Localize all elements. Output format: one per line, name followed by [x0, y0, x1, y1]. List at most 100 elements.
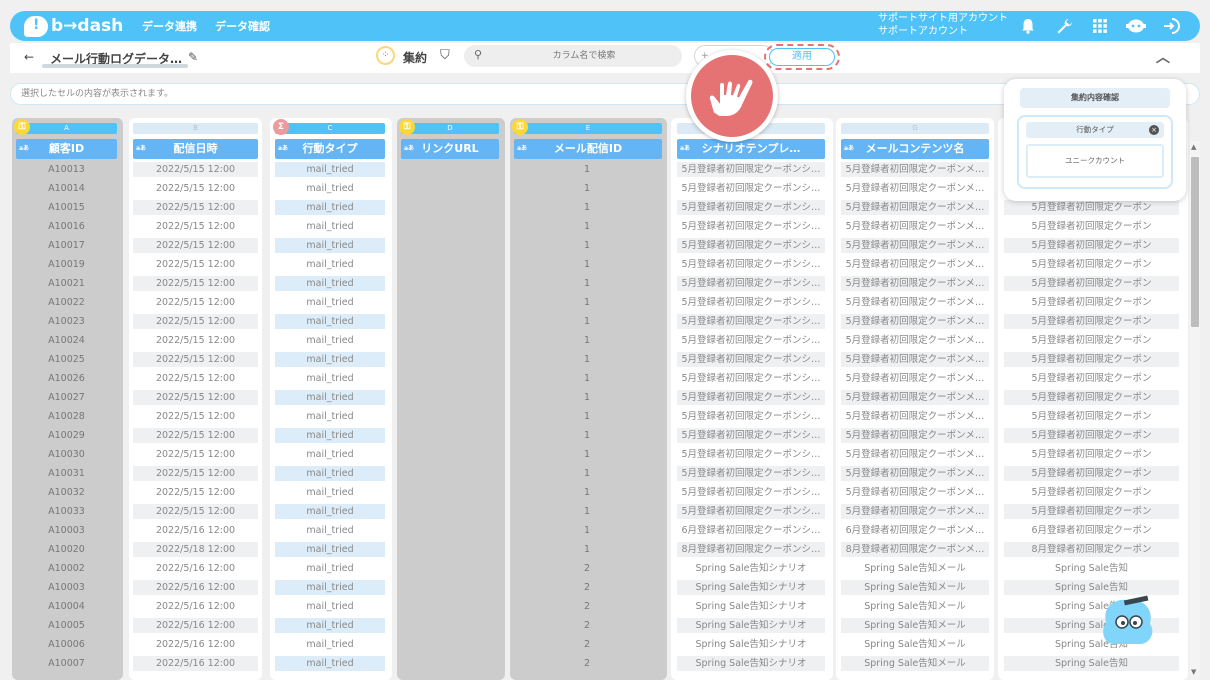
table-cell[interactable]: 5月登録者初回限定クーポンメ… — [841, 485, 989, 500]
table-cell[interactable]: 2022/5/16 12:00 — [133, 656, 258, 671]
column-letter[interactable]: G — [841, 123, 989, 134]
column-letter[interactable]: A — [16, 123, 117, 134]
table-cell[interactable]: 8月登録者初回限定クーポン — [1004, 542, 1179, 557]
table-cell[interactable]: 5月登録者初回限定クーポンシ… — [677, 371, 825, 386]
table-cell[interactable]: 5月登録者初回限定クーポンメ… — [841, 200, 989, 215]
table-cell[interactable]: 5月登録者初回限定クーポンメ… — [841, 314, 989, 329]
table-cell[interactable]: mail_tried — [275, 390, 385, 405]
table-cell[interactable]: mail_tried — [275, 352, 385, 367]
table-cell[interactable]: 5月登録者初回限定クーポン — [1004, 333, 1179, 348]
table-cell[interactable]: Spring Sale告知 — [1004, 561, 1179, 576]
table-cell[interactable] — [401, 523, 499, 538]
table-cell[interactable]: A10014 — [16, 181, 117, 196]
table-cell[interactable]: A10007 — [16, 656, 117, 671]
table-cell[interactable]: mail_tried — [275, 200, 385, 215]
table-cell[interactable] — [401, 295, 499, 310]
table-cell[interactable]: 2022/5/16 12:00 — [133, 523, 258, 538]
table-cell[interactable]: 5月登録者初回限定クーポン — [1004, 447, 1179, 462]
scroll-down-icon[interactable]: ▼ — [1191, 668, 1196, 676]
table-cell[interactable]: mail_tried — [275, 599, 385, 614]
table-cell[interactable]: 5月登録者初回限定クーポンシ… — [677, 447, 825, 462]
table-cell[interactable]: mail_tried — [275, 523, 385, 538]
table-cell[interactable]: 1 — [514, 447, 662, 462]
column-letter[interactable]: B — [133, 123, 258, 134]
table-cell[interactable]: mail_tried — [275, 618, 385, 633]
table-cell[interactable]: mail_tried — [275, 181, 385, 196]
table-cell[interactable]: A10027 — [16, 390, 117, 405]
table-cell[interactable]: Spring Sale告知 — [1004, 656, 1179, 671]
table-cell[interactable]: 5月登録者初回限定クーポン — [1004, 504, 1179, 519]
table-cell[interactable]: 2022/5/15 12:00 — [133, 466, 258, 481]
table-cell[interactable]: 8月登録者初回限定クーポンシ… — [677, 542, 825, 557]
table-cell[interactable]: 5月登録者初回限定クーポン — [1004, 238, 1179, 253]
table-cell[interactable]: mail_tried — [275, 656, 385, 671]
table-cell[interactable]: mail_tried — [275, 485, 385, 500]
table-cell[interactable]: 2022/5/15 12:00 — [133, 428, 258, 443]
table-cell[interactable]: mail_tried — [275, 504, 385, 519]
table-cell[interactable]: mail_tried — [275, 162, 385, 177]
column-header[interactable]: aあ リンクURL — [401, 139, 499, 159]
table-cell[interactable]: 1 — [514, 162, 662, 177]
table-cell[interactable] — [401, 200, 499, 215]
table-cell[interactable]: Spring Sale告知メール — [841, 599, 989, 614]
table-cell[interactable] — [401, 219, 499, 234]
table-cell[interactable] — [401, 314, 499, 329]
table-cell[interactable] — [401, 447, 499, 462]
table-cell[interactable] — [401, 428, 499, 443]
table-cell[interactable]: 5月登録者初回限定クーポン — [1004, 390, 1179, 405]
table-cell[interactable]: A10005 — [16, 618, 117, 633]
table-cell[interactable]: 5月登録者初回限定クーポンメ… — [841, 181, 989, 196]
table-cell[interactable]: 2022/5/18 12:00 — [133, 542, 258, 557]
table-cell[interactable]: 2022/5/15 12:00 — [133, 200, 258, 215]
table-cell[interactable]: mail_tried — [275, 580, 385, 595]
table-cell[interactable]: mail_tried — [275, 333, 385, 348]
table-cell[interactable]: mail_tried — [275, 428, 385, 443]
table-cell[interactable]: 1 — [514, 181, 662, 196]
table-cell[interactable] — [401, 276, 499, 291]
table-cell[interactable]: 2 — [514, 599, 662, 614]
table-cell[interactable]: 5月登録者初回限定クーポンシ… — [677, 295, 825, 310]
table-cell[interactable]: 5月登録者初回限定クーポンメ… — [841, 238, 989, 253]
table-cell[interactable] — [401, 485, 499, 500]
table-cell[interactable]: 1 — [514, 257, 662, 272]
table-cell[interactable]: 1 — [514, 523, 662, 538]
table-cell[interactable]: 5月登録者初回限定クーポンメ… — [841, 390, 989, 405]
table-cell[interactable]: 2022/5/15 12:00 — [133, 257, 258, 272]
table-cell[interactable]: 5月登録者初回限定クーポン — [1004, 371, 1179, 386]
table-cell[interactable]: 2022/5/15 12:00 — [133, 162, 258, 177]
table-cell[interactable]: 1 — [514, 485, 662, 500]
table-cell[interactable]: A10023 — [16, 314, 117, 329]
table-cell[interactable]: 6月登録者初回限定クーポンシ… — [677, 523, 825, 538]
table-cell[interactable]: 2022/5/15 12:00 — [133, 352, 258, 367]
table-cell[interactable] — [401, 504, 499, 519]
aggregated-field-chip[interactable]: 行動タイプ × — [1026, 122, 1164, 138]
table-cell[interactable]: mail_tried — [275, 314, 385, 329]
table-cell[interactable]: 5月登録者初回限定クーポンシ… — [677, 352, 825, 367]
table-cell[interactable]: mail_tried — [275, 466, 385, 481]
table-cell[interactable]: 5月登録者初回限定クーポンメ… — [841, 466, 989, 481]
table-cell[interactable]: 1 — [514, 504, 662, 519]
column-header[interactable]: aあ 顧客ID — [16, 139, 117, 159]
table-cell[interactable]: 2022/5/15 12:00 — [133, 447, 258, 462]
table-cell[interactable]: 5月登録者初回限定クーポン — [1004, 466, 1179, 481]
table-cell[interactable] — [401, 656, 499, 671]
table-cell[interactable]: 1 — [514, 219, 662, 234]
table-cell[interactable]: Spring Sale告知シナリオ — [677, 580, 825, 595]
table-cell[interactable]: 1 — [514, 371, 662, 386]
table-cell[interactable]: 5月登録者初回限定クーポンメ… — [841, 333, 989, 348]
table-cell[interactable]: 5月登録者初回限定クーポンシ… — [677, 276, 825, 291]
table-cell[interactable]: 5月登録者初回限定クーポンシ… — [677, 428, 825, 443]
vertical-scrollbar[interactable]: ▲ ▼ — [1190, 141, 1200, 680]
table-cell[interactable]: Spring Sale告知シナリオ — [677, 637, 825, 652]
table-cell[interactable]: mail_tried — [275, 637, 385, 652]
table-cell[interactable]: Spring Sale告知メール — [841, 656, 989, 671]
table-cell[interactable]: A10015 — [16, 200, 117, 215]
column-header[interactable]: aあ 配信日時 — [133, 139, 258, 159]
table-cell[interactable]: A10022 — [16, 295, 117, 310]
table-cell[interactable] — [401, 466, 499, 481]
table-cell[interactable]: 5月登録者初回限定クーポンシ… — [677, 485, 825, 500]
table-cell[interactable]: 5月登録者初回限定クーポンメ… — [841, 162, 989, 177]
table-cell[interactable]: 5月登録者初回限定クーポン — [1004, 314, 1179, 329]
table-cell[interactable]: A10020 — [16, 542, 117, 557]
table-cell[interactable] — [401, 599, 499, 614]
